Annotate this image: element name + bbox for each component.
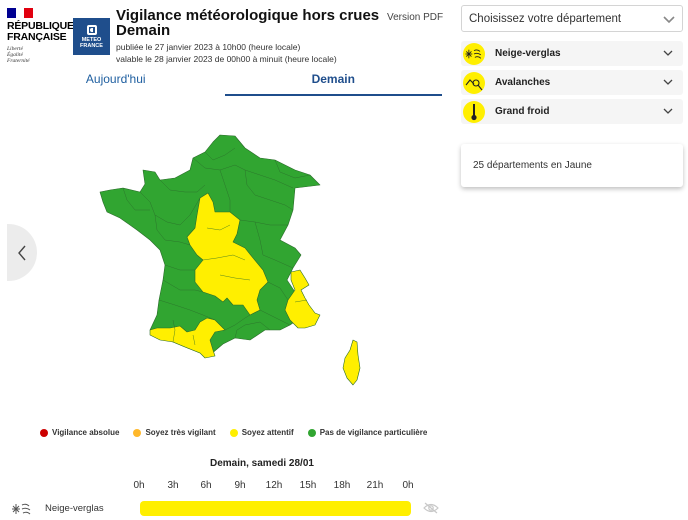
hour-tick: 0h xyxy=(402,480,414,491)
validity-info: publiée le 27 janvier 2023 à 10h00 (heur… xyxy=(116,41,337,65)
hour-tick: 0h xyxy=(133,480,145,491)
hour-tick: 3h xyxy=(167,480,179,491)
day-tabs: Aujourd'hui Demain xyxy=(7,68,442,96)
timeline-row-label: Neige-verglas xyxy=(45,503,104,514)
orange-dot-icon xyxy=(133,428,142,437)
published-date: publiée le 27 janvier 2023 à 10h00 (heur… xyxy=(116,42,301,52)
risk-item-grand-froid[interactable]: Grand froid xyxy=(461,99,683,124)
french-flag-icon xyxy=(7,8,34,18)
france-vigilance-map[interactable] xyxy=(95,130,370,395)
legend-label: Soyez très vigilant xyxy=(145,428,216,437)
valid-date: valable le 28 janvier 2023 de 00h00 à mi… xyxy=(116,54,337,64)
eye-slash-icon[interactable] xyxy=(423,502,439,514)
tab-demain[interactable]: Demain xyxy=(224,68,442,96)
risk-item-neige-verglas[interactable]: Neige-verglas xyxy=(461,41,683,66)
green-dot-icon xyxy=(307,428,316,437)
hour-tick: 21h xyxy=(366,480,384,491)
snow-ice-icon xyxy=(463,42,485,65)
hour-tick: 18h xyxy=(333,480,351,491)
department-count-card: 25 départements en Jaune xyxy=(461,144,683,187)
page: RÉPUBLIQUE FRANÇAISE Liberté Égalité Fra… xyxy=(0,0,688,520)
meteo-france-mark-icon xyxy=(86,24,97,35)
motto-fraternite: Fraternité xyxy=(7,58,30,64)
timeline-row-neige-verglas: Neige-verglas xyxy=(12,500,442,518)
page-title: Vigilance météorologique hors crues Dema… xyxy=(116,8,386,38)
thermometer-icon xyxy=(463,100,485,123)
timeline-level-bar[interactable] xyxy=(140,501,411,516)
hour-tick: 6h xyxy=(200,480,212,491)
republic-name-line2: FRANÇAISE xyxy=(7,31,67,43)
avalanche-icon xyxy=(463,71,485,94)
risk-label: Grand froid xyxy=(495,106,550,117)
pdf-version-link[interactable]: Version PDF xyxy=(387,12,443,23)
department-select-placeholder: Choisissez votre département xyxy=(469,12,622,25)
tab-aujourdhui[interactable]: Aujourd'hui xyxy=(7,68,225,96)
meteo-logo-line2: FRANCE xyxy=(80,42,103,49)
legend-item-red: Vigilance absolue xyxy=(40,428,119,437)
chevron-left-icon xyxy=(18,245,26,260)
republique-francaise-logo[interactable]: RÉPUBLIQUE FRANÇAISE Liberté Égalité Fra… xyxy=(7,8,74,68)
red-dot-icon xyxy=(40,428,48,437)
chevron-down-icon xyxy=(663,79,673,85)
chevron-down-icon xyxy=(663,108,673,114)
yellow-dot-icon xyxy=(229,428,238,437)
snow-ice-icon xyxy=(12,503,31,515)
chevron-down-icon xyxy=(663,16,675,24)
department-count-text: 25 départements en Jaune xyxy=(473,160,592,171)
hour-tick: 9h xyxy=(234,480,246,491)
map-legend: Vigilance absolue Soyez très vigilant So… xyxy=(40,428,427,437)
risk-label: Avalanches xyxy=(495,77,551,88)
legend-label: Vigilance absolue xyxy=(52,428,120,437)
timeline-title: Demain, samedi 28/01 xyxy=(210,458,314,469)
meteo-france-logo[interactable]: METEO FRANCE xyxy=(73,18,110,55)
title-line2: Demain xyxy=(116,22,171,39)
department-select[interactable]: Choisissez votre département xyxy=(461,5,683,32)
republic-motto: Liberté Égalité Fraternité xyxy=(7,46,69,64)
legend-label: Pas de vigilance particulière xyxy=(319,428,428,437)
legend-item-green: Pas de vigilance particulière xyxy=(307,428,428,437)
previous-day-button[interactable] xyxy=(7,224,37,281)
map-alps-yellow[interactable] xyxy=(284,269,321,329)
legend-item-yellow: Soyez attentif xyxy=(229,428,294,437)
map-corsica-yellow[interactable] xyxy=(342,339,361,386)
legend-label: Soyez attentif xyxy=(241,428,294,437)
hour-tick: 15h xyxy=(299,480,317,491)
hour-tick: 12h xyxy=(265,480,283,491)
legend-item-orange: Soyez très vigilant xyxy=(133,428,216,437)
chevron-down-icon xyxy=(663,50,673,56)
risk-label: Neige-verglas xyxy=(495,48,561,59)
risk-item-avalanches[interactable]: Avalanches xyxy=(461,70,683,95)
